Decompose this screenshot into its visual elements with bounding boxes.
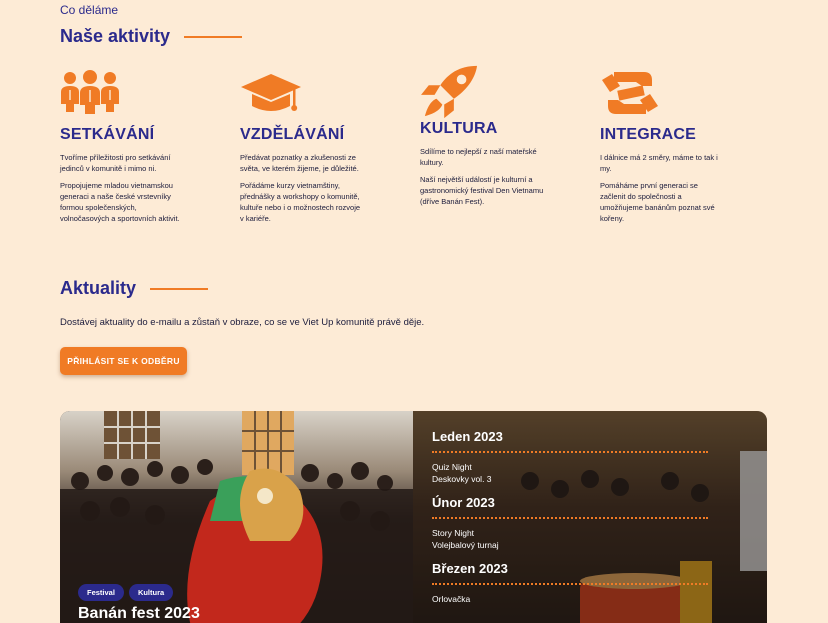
activity-text: Tvoříme příležitosti pro setkávání jedin… <box>60 153 171 173</box>
month-unor: Únor 2023 Story Night Volejbalový turnaj <box>432 495 767 551</box>
news-description: Dostávej aktuality do e-mailu a zůstaň v… <box>60 317 425 328</box>
month-leden: Leden 2023 Quiz Night Deskovky vol. 3 <box>432 429 767 485</box>
news-title: Aktuality <box>60 278 137 298</box>
handshake-icon <box>602 72 658 114</box>
tag-kultura[interactable]: Kultura <box>128 584 174 601</box>
title-rule <box>150 287 209 290</box>
month-title: Únor 2023 <box>432 495 495 510</box>
rocket-icon <box>421 65 478 119</box>
event-item[interactable]: Volejbalový turnaj <box>432 539 767 551</box>
dotted-divider <box>432 517 708 519</box>
subscribe-button[interactable]: PŘIHLÁSIT SE K ODBĚRU <box>60 347 187 375</box>
activity-vzdelavani: VZDĚLÁVÁNÍ Předávat poznatky a zkušenost… <box>240 70 420 224</box>
month-title: Březen 2023 <box>432 561 508 576</box>
activity-setkavani: SETKÁVÁNÍ Tvoříme příležitosti pro setká… <box>60 70 240 224</box>
event-item[interactable]: Story Night <box>432 527 767 539</box>
activity-text: Pořádáme kurzy vietnamštiny, přednášky a… <box>240 181 361 223</box>
activities-heading: Naše aktivity <box>60 26 243 47</box>
activity-text: Pomáháme první generaci se začlenit do s… <box>600 181 715 223</box>
event-item[interactable]: Deskovky vol. 3 <box>432 473 767 485</box>
title-rule <box>184 35 243 38</box>
event-item[interactable]: Orlovačka <box>432 593 767 605</box>
event-item[interactable]: Quiz Night <box>432 461 767 473</box>
activity-title: SETKÁVÁNÍ <box>60 126 155 143</box>
tag-festival[interactable]: Festival <box>78 584 124 601</box>
activity-title: KULTURA <box>420 120 498 137</box>
activities-title: Naše aktivity <box>60 26 171 46</box>
feature-tags: Festival Kultura <box>78 584 174 601</box>
activity-text: I dálnice má 2 směry, máme to tak i my. <box>600 153 718 173</box>
activity-text: Naší největší událostí je kulturní a gas… <box>420 175 544 206</box>
people-icon <box>61 70 119 114</box>
dotted-divider <box>432 583 708 585</box>
activities-grid: SETKÁVÁNÍ Tvoříme příležitosti pro setká… <box>60 65 780 224</box>
activity-title: VZDĚLÁVÁNÍ <box>240 126 345 143</box>
activity-kultura: KULTURA Sdílíme to nejlepší z naší mateř… <box>420 65 600 224</box>
activity-text: Předávat poznatky a zkušenosti ze světa,… <box>240 153 359 173</box>
activity-text: Propojujeme mladou vietnamskou generaci … <box>60 181 180 223</box>
month-title: Leden 2023 <box>432 429 503 444</box>
events-calendar: Leden 2023 Quiz Night Deskovky vol. 3 Ún… <box>413 411 767 623</box>
news-heading: Aktuality <box>60 278 209 299</box>
activity-title: INTEGRACE <box>600 126 697 143</box>
activity-integrace: INTEGRACE I dálnice má 2 směry, máme to … <box>600 70 780 224</box>
activity-text: Sdílíme to nejlepší z naší mateřské kult… <box>420 147 537 167</box>
dotted-divider <box>432 451 708 453</box>
graduation-cap-icon <box>241 74 301 111</box>
feature-card[interactable]: Festival Kultura Banán fest 2023 Leden 2… <box>60 411 767 623</box>
feature-title[interactable]: Banán fest 2023 <box>78 605 200 623</box>
month-brezen: Březen 2023 Orlovačka <box>432 561 767 605</box>
kicker: Co děláme <box>60 3 119 17</box>
